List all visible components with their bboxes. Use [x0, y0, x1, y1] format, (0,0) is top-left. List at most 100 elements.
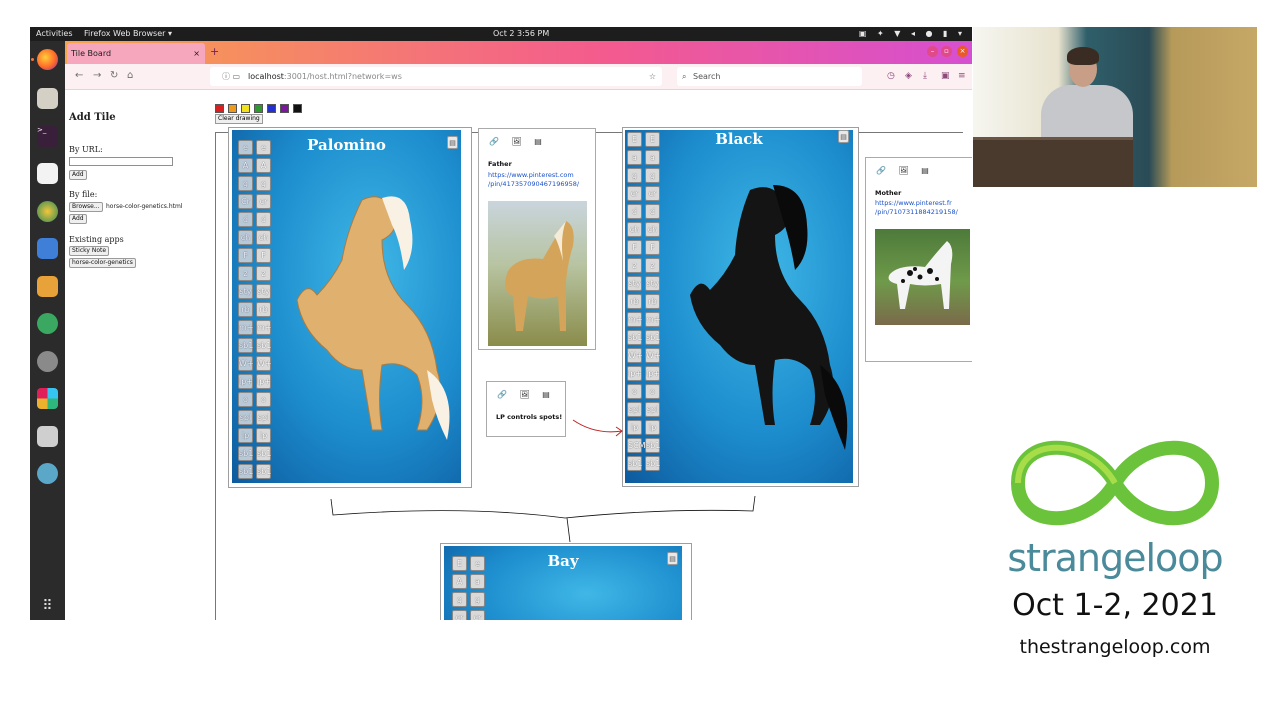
color-swatch-purple[interactable]	[280, 104, 289, 113]
podium	[973, 140, 1133, 187]
by-url-label: By URL:	[69, 145, 103, 154]
document-icon[interactable]	[37, 238, 58, 259]
clear-drawing-button[interactable]: Clear drawing	[215, 114, 263, 124]
app-horse-color-genetics-button[interactable]: horse-color-genetics	[69, 258, 136, 268]
page-info-icon[interactable]: ⓘ ▭	[222, 67, 240, 86]
pocket-icon[interactable]: ◈	[905, 71, 912, 81]
bay-gene-button[interactable]: e	[470, 556, 485, 571]
speaker-camera	[973, 27, 1257, 187]
bay-card: Bay ▤ E Ag cr e a g cr	[444, 546, 682, 620]
bay-gene-button[interactable]: a	[470, 574, 485, 589]
firefox-icon[interactable]	[37, 49, 58, 70]
terminal-icon[interactable]: >_	[37, 126, 58, 147]
color-swatch-orange[interactable]	[228, 104, 237, 113]
search-icon: ⌕	[682, 72, 687, 81]
bay-genes-right: e a g cr	[470, 556, 485, 620]
bay-gene-button[interactable]: E	[452, 556, 467, 571]
bookmark-star-icon[interactable]: ☆	[649, 67, 656, 86]
bay-tile[interactable]: Bay ▤ E Ag cr e a g cr	[440, 543, 692, 620]
forward-icon[interactable]: →	[93, 70, 101, 81]
bay-gene-button[interactable]: cr	[452, 610, 467, 620]
network-icon[interactable]	[37, 313, 58, 334]
desktop-screen: Activities Firefox Web Browser ▾ Oct 2 3…	[30, 27, 972, 620]
bay-gene-button[interactable]: cr	[470, 610, 485, 620]
mother-link-path[interactable]: /pin/710731188421915​8/	[875, 208, 958, 217]
home-icon[interactable]: ⌂	[127, 70, 133, 81]
tab-title: Tile Board	[71, 49, 112, 58]
calculator-icon[interactable]	[37, 276, 58, 297]
extensions-icon[interactable]: ▣	[941, 71, 950, 81]
download-icon[interactable]: ⤓	[923, 71, 927, 81]
url-bar[interactable]: ⓘ ▭ localhost:3001/host.html?network=ws …	[210, 67, 662, 86]
bay-gene-button[interactable]: g	[452, 592, 467, 607]
search-placeholder: Search	[693, 72, 721, 81]
add-tile-panel: Add Tile By URL: Add By file: Browse... …	[65, 90, 215, 620]
clock[interactable]: Oct 2 3:56 PM	[493, 27, 549, 41]
settings-icon[interactable]	[37, 351, 58, 372]
father-link-path[interactable]: /pin/417357090467196958/	[488, 180, 579, 189]
color-swatch-blue[interactable]	[267, 104, 276, 113]
bay-gene-button[interactable]: g	[470, 592, 485, 607]
add-file-button[interactable]: Add	[69, 214, 87, 224]
mother-label: Mother	[875, 189, 902, 197]
note-toolbar-icons[interactable]: 🔗 🖼 ▤	[489, 137, 547, 146]
navigation-bar: ← → ↻ ⌂ ⓘ ▭ localhost:3001/host.html?net…	[65, 64, 972, 90]
tab-tile-board[interactable]: Tile Board ×	[67, 43, 205, 64]
files-icon[interactable]	[37, 88, 58, 109]
mother-photo	[875, 229, 970, 325]
color-swatch-red[interactable]	[215, 104, 224, 113]
firefox-window: Tile Board × + – ▫ × ← → ↻ ⌂ ⓘ ▭ localho…	[65, 41, 972, 620]
activities-button[interactable]: Activities	[36, 27, 73, 41]
father-link[interactable]: https://www.pinterest.com	[488, 171, 574, 180]
system-tray-icons[interactable]: ▣ ✦ ▼ ◂ ● ▮ ▾	[859, 27, 966, 41]
color-swatch-green[interactable]	[254, 104, 263, 113]
color-swatch-black[interactable]	[293, 104, 302, 113]
lp-note-text: LP controls spots!	[496, 413, 563, 421]
brand-name: strangeloop	[1007, 536, 1223, 580]
father-note[interactable]: 🔗 🖼 ▤ Father https://www.pinterest.com /…	[478, 128, 596, 350]
speaker-hair	[1067, 47, 1099, 65]
bay-genes-left: E Ag cr	[452, 556, 467, 620]
mother-link[interactable]: https://www.pinterest.fr	[875, 199, 952, 208]
reload-icon[interactable]: ↻	[110, 70, 118, 81]
back-icon[interactable]: ←	[75, 70, 83, 81]
black-tile[interactable]: Black ▤ Ea g cr d ch Fz sty rb m+ sb1 W+ lp+ o spl lp S…	[622, 127, 859, 487]
bay-gene-button[interactable]: A	[452, 574, 467, 589]
brand-url: thestrangeloop.com	[1019, 636, 1211, 658]
bay-menu-icon[interactable]: ▤	[667, 552, 678, 565]
history-icon[interactable]: ◷	[887, 71, 895, 81]
color-swatch-yellow[interactable]	[241, 104, 250, 113]
url-path: :3001/host.html?network=ws	[283, 72, 402, 81]
browse-button[interactable]: Browse...	[69, 202, 103, 212]
note-toolbar-icons[interactable]: 🔗 🖼 ▤	[497, 390, 555, 399]
lp-note[interactable]: 🔗 🖼 ▤ LP controls spots!	[486, 381, 566, 437]
app-sticky-note-button[interactable]: Sticky Note	[69, 246, 110, 256]
new-tab-button[interactable]: +	[210, 45, 219, 58]
note-toolbar-icons[interactable]: 🔗 🖼 ▤	[876, 166, 934, 175]
panel-heading: Add Tile	[69, 112, 116, 123]
father-label: Father	[488, 160, 512, 168]
file-name: horse-color-genetics.html	[106, 203, 183, 210]
tab-strip: Tile Board × + – ▫ ×	[65, 41, 972, 64]
tab-close-icon[interactable]: ×	[193, 43, 200, 64]
app-grid-icon[interactable]: ⠿	[37, 596, 58, 617]
search-bar[interactable]: ⌕ Search	[677, 67, 862, 86]
url-host: localhost	[248, 72, 284, 81]
globe-icon[interactable]	[37, 463, 58, 484]
menu-icon[interactable]: ≡	[958, 71, 966, 81]
minimize-icon[interactable]: –	[927, 46, 938, 57]
app-icon[interactable]	[37, 201, 58, 222]
app-menu[interactable]: Firefox Web Browser ▾	[84, 27, 172, 41]
maximize-icon[interactable]: ▫	[941, 46, 952, 57]
page-content: Add Tile By URL: Add By file: Browse... …	[65, 90, 972, 620]
slack-icon[interactable]	[37, 388, 58, 409]
mother-note[interactable]: 🔗 🖼 ▤ Mother https://www.pinterest.fr /p…	[865, 157, 972, 362]
url-input[interactable]	[69, 157, 173, 166]
dock: >_ ⠿	[30, 41, 65, 620]
add-url-button[interactable]: Add	[69, 170, 87, 180]
text-editor-icon[interactable]	[37, 163, 58, 184]
magnifier-icon[interactable]	[37, 426, 58, 447]
top-bar: Activities Firefox Web Browser ▾ Oct 2 3…	[30, 27, 972, 41]
palomino-tile[interactable]: Palomino ▤ e Ag Cr d ch Fz sty rb m+ sb1 W+ lp+ o spl…	[228, 127, 472, 488]
close-window-icon[interactable]: ×	[957, 46, 968, 57]
